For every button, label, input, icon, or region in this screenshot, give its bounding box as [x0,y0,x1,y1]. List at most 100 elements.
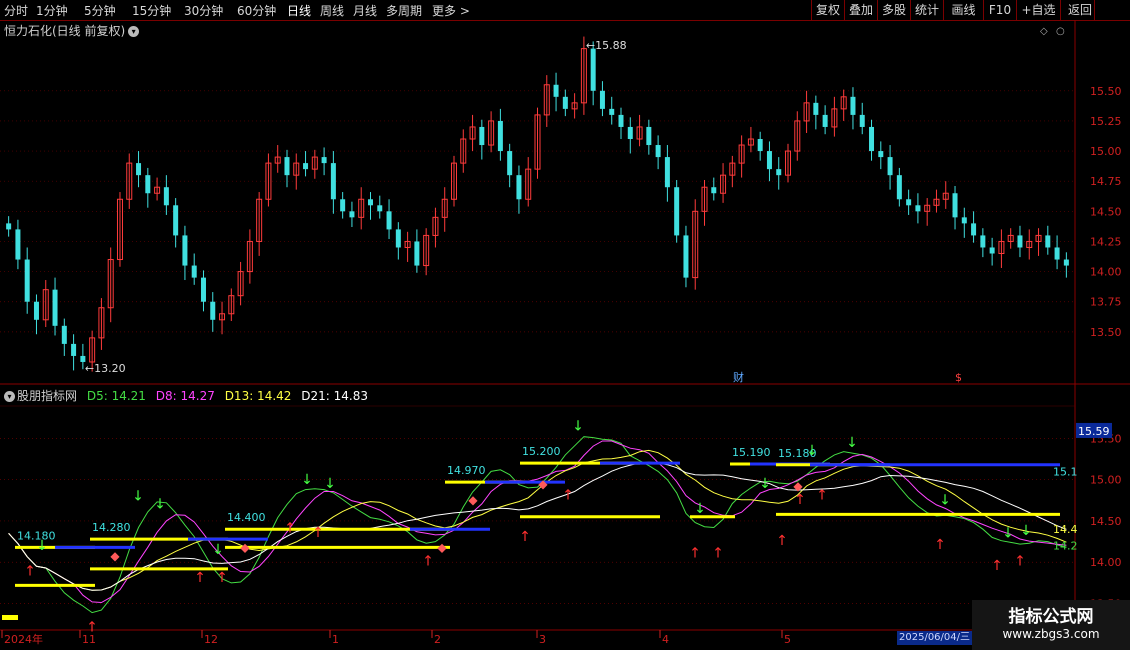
right-value-label: 14.4 [1053,523,1078,536]
sell-arrow-icon: ↓ [572,418,584,434]
sell-arrow-icon: ↓ [759,476,771,492]
candle-body [340,199,346,212]
indicator-d13: D13: 14.42 [224,389,292,403]
buy-arrow-icon: ↑ [1014,554,1026,570]
buy-arrow-icon: ↑ [689,545,701,561]
x-tick-label: 11 [82,633,96,646]
sell-arrow-icon: ↓ [806,443,818,459]
gem-icon: ◆ [110,549,120,563]
candle-body [599,90,605,109]
candle-body [915,205,921,212]
candle-body [516,175,522,200]
cursor-date-box: 2025/06/04/三 [897,631,973,645]
indicator-d8: D8: 14.27 [155,389,215,403]
candle-body [766,151,772,170]
level-label: 14.280 [92,521,131,534]
indicator-tick-label: 14.00 [1090,556,1122,569]
gem-icon: ◆ [538,477,548,491]
candle-body [367,199,373,206]
gem-icon: ◆ [437,541,447,555]
sell-arrow-icon: ↓ [36,538,48,554]
sell-arrow-icon: ↓ [1002,526,1014,542]
candle-body [386,211,392,230]
candle-body [33,301,39,320]
dividend-marker: $ [955,371,962,384]
legend-swatch [2,615,18,620]
right-value-label: 15.1 [1053,465,1078,478]
sell-arrow-icon: ↓ [939,493,951,509]
low-price-label: ←13.20 [85,362,126,375]
candle-body [377,205,383,212]
candle-body [479,126,485,146]
candle-body [952,193,958,218]
buy-arrow-icon: ↑ [991,558,1003,574]
x-tick-label: 3 [539,633,546,646]
candle-body [618,114,624,127]
sell-arrow-icon: ↓ [324,476,336,492]
candle-body [980,235,986,248]
stock-title: 恒力石化(日线 前复权) [4,24,126,38]
buy-arrow-icon: ↑ [312,525,324,541]
candle-body [989,247,995,254]
chevron-down-icon[interactable]: ▾ [4,391,15,402]
buy-arrow-icon: ↑ [712,545,724,561]
sell-arrow-icon: ↓ [1020,523,1032,539]
gem-icon: ◆ [240,541,250,555]
y-tick-label: 15.00 [1090,145,1122,158]
candle-body [321,157,327,164]
candle-body [507,151,513,176]
buy-arrow-icon: ↑ [216,570,228,586]
candle-body [15,229,21,260]
candle-body [284,157,290,176]
y-tick-label: 14.50 [1090,205,1122,218]
y-tick-label: 14.00 [1090,266,1122,279]
buy-arrow-icon: ↑ [194,570,206,586]
x-tick-label: 12 [204,633,218,646]
y-tick-label: 14.25 [1090,235,1122,248]
candle-body [52,289,58,326]
sell-arrow-icon: ↓ [154,497,166,513]
sell-arrow-icon: ↓ [132,488,144,504]
candle-body [71,343,77,356]
candle-body [683,235,689,278]
candle-body [414,241,420,266]
y-tick-label: 15.50 [1090,85,1122,98]
candle-body [200,277,206,302]
candle-body [136,163,142,176]
chart-title: 恒力石化(日线 前复权) ▾ [4,22,140,39]
chevron-down-icon[interactable]: ▾ [128,26,140,37]
candle-body [497,120,503,152]
sell-arrow-icon: ↓ [212,542,224,558]
current-price-label: 15.59 [1078,425,1110,438]
candle-body [813,102,819,115]
candle-body [1017,235,1023,248]
watermark: 指标公式网 www.zbgs3.com [972,600,1130,650]
buy-arrow-icon: ↑ [422,554,434,570]
finance-marker: 财 [733,370,744,384]
indicator-title: ▾ 股朋指标网 D5: 14.21 D8: 14.27 D13: 14.42 D2… [4,387,374,404]
candle-body [1063,259,1069,266]
candle-body [711,187,717,194]
level-label: 15.190 [732,446,771,459]
chart-canvas[interactable]: 15.5015.2515.0014.7514.5014.2514.0013.75… [0,0,1130,650]
x-tick-label: 1 [332,633,339,646]
candle-body [757,139,763,152]
candle-body [330,163,336,200]
high-price-label: ←15.88 [586,39,627,52]
candle-body [163,187,169,206]
buy-arrow-icon: ↑ [284,521,296,537]
indicator-tick-label: 15.00 [1090,474,1122,487]
x-tick-label: 4 [662,633,669,646]
candle-body [395,229,401,248]
candle-body [303,163,309,170]
level-label: 14.970 [447,464,486,477]
y-tick-label: 14.75 [1090,175,1122,188]
candle-body [776,169,782,176]
sell-arrow-icon: ↓ [694,501,706,517]
candle-body [646,126,652,146]
candle-body [173,205,179,236]
candle-body [553,84,559,97]
x-tick-label: 5 [784,633,791,646]
sell-arrow-icon: ↓ [846,435,858,451]
buy-arrow-icon: ↑ [519,529,531,545]
